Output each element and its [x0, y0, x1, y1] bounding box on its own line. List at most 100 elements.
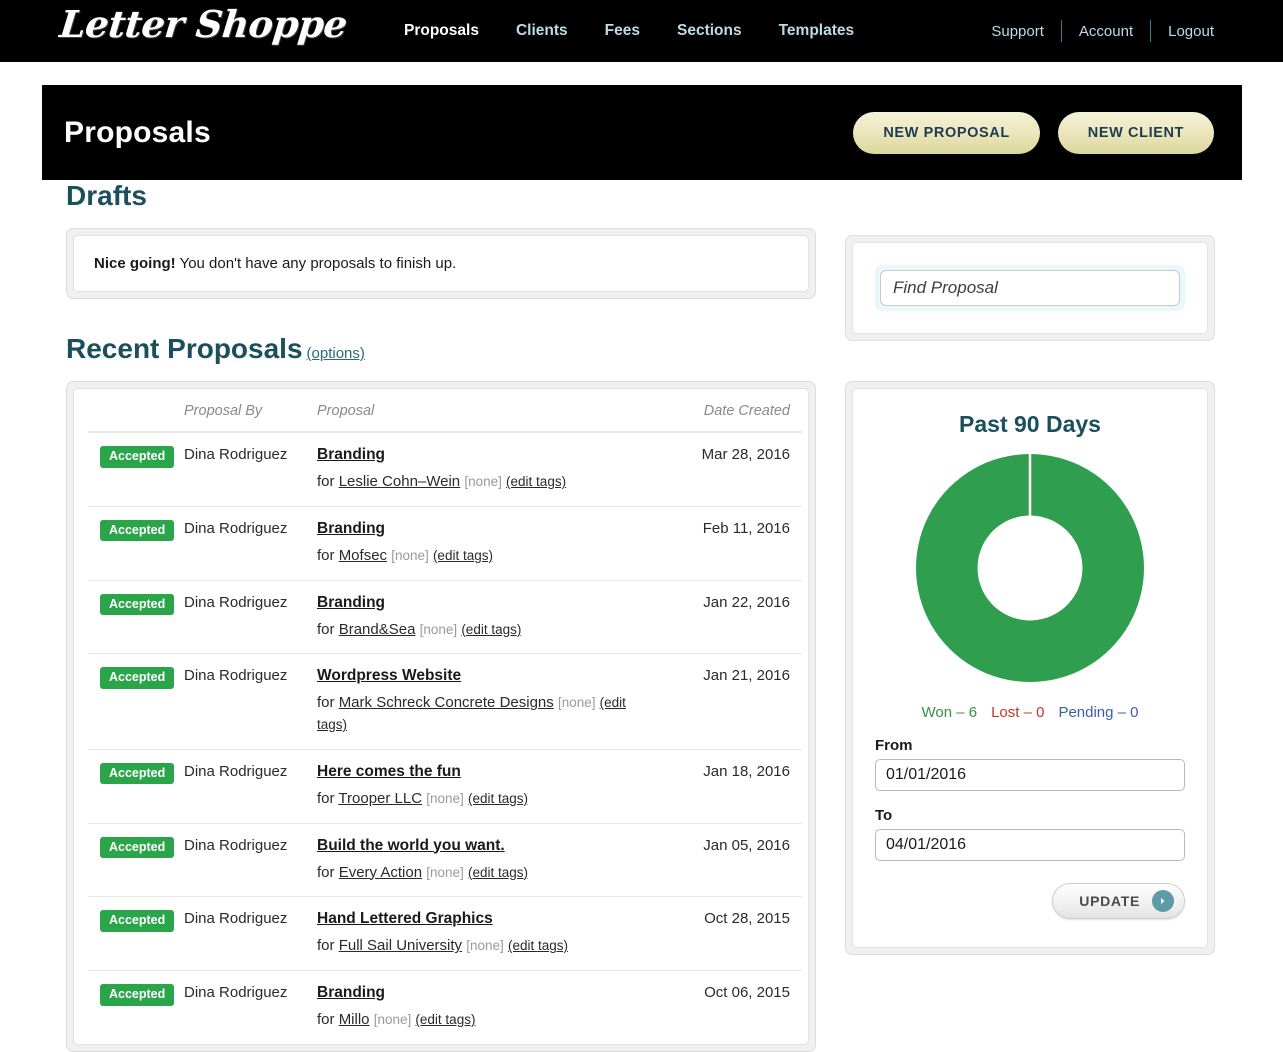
row-proposal-cell: Build the world you want. for Every Actio…	[317, 823, 672, 898]
recent-proposals-panel: Proposal By Proposal Date Created Accept…	[66, 381, 816, 1052]
new-client-button[interactable]: NEW CLIENT	[1057, 111, 1214, 154]
status-badge: Accepted	[100, 984, 175, 1006]
table-row: Accepted Dina Rodriguez Hand Lettered Grap…	[88, 896, 802, 971]
status-badge: Accepted	[100, 910, 175, 932]
proposal-title-link[interactable]: Branding	[317, 446, 385, 463]
proposal-author: Dina Rodriguez	[184, 910, 288, 928]
proposal-title-link[interactable]: Branding	[317, 520, 385, 537]
nav-item-clients[interactable]: Clients	[516, 22, 568, 40]
proposal-client-line: for Brand&Sea [none] (edit tags)	[317, 619, 658, 641]
to-date-input[interactable]	[875, 829, 1185, 861]
nav-item-support[interactable]: Support	[974, 23, 1061, 40]
proposals-table: Proposal By Proposal Date Created Accept…	[88, 389, 802, 1044]
table-row: Accepted Dina Rodriguez Branding for Mofsec…	[88, 506, 802, 581]
status-badge: Accepted	[100, 836, 175, 858]
nav-item-templates[interactable]: Templates	[779, 22, 855, 40]
from-date-input[interactable]	[875, 759, 1185, 791]
to-label: To	[875, 807, 893, 824]
edit-tags-link[interactable]: (edit tags)	[433, 548, 493, 563]
col-proposal-by: Proposal By	[184, 389, 317, 433]
for-prefix: for	[317, 937, 335, 955]
edit-tags-link[interactable]: (edit tags)	[468, 865, 528, 880]
nav-item-sections[interactable]: Sections	[677, 22, 742, 40]
nav-item-fees[interactable]: Fees	[605, 22, 640, 40]
main-column: Drafts Nice going! You don't have any pr…	[66, 180, 816, 1052]
for-prefix: for	[317, 789, 335, 807]
proposal-client-line: for Every Action [none] (edit tags)	[317, 862, 658, 884]
row-date-cell: Feb 11, 2016	[672, 506, 802, 581]
legend-lost: Lost – 0	[991, 704, 1045, 721]
stats-panel-inner: Past 90 Days Won – 6 Lost – 0 Pending – 0 …	[852, 388, 1208, 948]
edit-tags-link[interactable]: (edit tags)	[461, 622, 521, 637]
tags-value: [none]	[419, 621, 458, 637]
date-created: Oct 28, 2015	[704, 910, 790, 928]
proposal-title-link[interactable]: Hand Lettered Graphics	[317, 910, 493, 927]
client-link[interactable]: Leslie Cohn–Wein	[339, 473, 460, 490]
client-link[interactable]: Millo	[339, 1011, 370, 1028]
table-row: Accepted Dina Rodriguez Branding for Brand&…	[88, 580, 802, 655]
update-button-label: UPDATE	[1079, 893, 1140, 909]
row-date-cell: Oct 06, 2015	[672, 971, 802, 1044]
top-navigation-bar: Letter Shoppe Proposals Clients Fees Sec…	[0, 0, 1283, 62]
client-link[interactable]: Trooper LLC	[338, 790, 422, 807]
proposal-author: Dina Rodriguez	[184, 593, 288, 611]
arrow-right-icon	[1152, 890, 1174, 912]
update-button[interactable]: UPDATE	[1052, 883, 1185, 919]
edit-tags-link[interactable]: (edit tags)	[508, 938, 568, 953]
client-link[interactable]: Mofsec	[339, 547, 387, 564]
table-header-row: Proposal By Proposal Date Created	[88, 389, 802, 433]
client-link[interactable]: Mark Schreck Concrete Designs	[339, 694, 554, 711]
row-author-cell: Dina Rodriguez	[184, 896, 317, 971]
stats-panel: Past 90 Days Won – 6 Lost – 0 Pending – 0 …	[845, 381, 1215, 955]
proposal-title-link[interactable]: Here comes the fun	[317, 763, 461, 780]
row-proposal-cell: Branding for Millo [none] (edit tags)	[317, 971, 672, 1044]
search-wrap	[853, 243, 1207, 333]
for-prefix: for	[317, 694, 335, 712]
date-created: Mar 28, 2016	[701, 446, 790, 463]
drafts-heading: Drafts	[66, 180, 816, 212]
proposal-client-line: for Full Sail University [none] (edit ta…	[317, 935, 658, 957]
from-label: From	[875, 737, 913, 754]
new-proposal-button[interactable]: NEW PROPOSAL	[853, 111, 1040, 154]
client-link[interactable]: Every Action	[339, 864, 422, 881]
recent-options-link[interactable]: (options)	[307, 345, 365, 362]
drafts-panel: Nice going! You don't have any proposals…	[66, 228, 816, 299]
drafts-heading-text: Drafts	[66, 180, 147, 211]
nav-item-account[interactable]: Account	[1062, 23, 1150, 40]
row-author-cell: Dina Rodriguez	[184, 971, 317, 1044]
proposal-author: Dina Rodriguez	[184, 446, 288, 463]
edit-tags-link[interactable]: (edit tags)	[468, 791, 528, 806]
proposal-title-link[interactable]: Branding	[317, 594, 385, 611]
brand-logo[interactable]: Letter Shoppe	[58, 2, 349, 46]
proposal-author: Dina Rodriguez	[184, 519, 288, 537]
legend-pending: Pending – 0	[1058, 704, 1139, 721]
edit-tags-link[interactable]: (edit tags)	[506, 474, 566, 489]
proposal-title-link[interactable]: Wordpress Website	[317, 667, 461, 684]
proposal-title-link[interactable]: Build the world you want.	[317, 837, 505, 854]
row-status-cell: Accepted	[88, 749, 184, 824]
row-author-cell: Dina Rodriguez	[184, 749, 317, 824]
col-date-created: Date Created	[672, 389, 802, 433]
row-status-cell: Accepted	[88, 432, 184, 507]
row-proposal-cell: Branding for Leslie Cohn–Wein [none] (edi…	[317, 432, 672, 507]
legend-won: Won – 6	[921, 704, 978, 721]
for-prefix: for	[317, 546, 335, 564]
row-status-cell: Accepted	[88, 653, 184, 750]
client-link[interactable]: Full Sail University	[339, 937, 462, 954]
date-created: Jan 21, 2016	[703, 667, 790, 685]
drafts-notice-rest: You don't have any proposals to finish u…	[175, 255, 457, 272]
status-badge: Accepted	[100, 446, 175, 468]
recent-proposals-heading: Recent Proposals (options)	[66, 333, 816, 365]
tags-value: [none]	[466, 938, 504, 954]
nav-item-logout[interactable]: Logout	[1151, 23, 1231, 40]
nav-item-proposals[interactable]: Proposals	[404, 22, 479, 40]
row-date-cell: Jan 18, 2016	[672, 749, 802, 824]
table-row: Accepted Dina Rodriguez Branding for Leslie…	[88, 432, 802, 507]
search-input[interactable]	[880, 270, 1180, 306]
date-created: Jan 22, 2016	[703, 593, 790, 611]
edit-tags-link[interactable]: (edit tags)	[415, 1012, 475, 1027]
page-header-actions: NEW PROPOSAL NEW CLIENT	[853, 111, 1214, 154]
client-link[interactable]: Brand&Sea	[339, 621, 416, 638]
stats-body: Past 90 Days Won – 6 Lost – 0 Pending – 0 …	[853, 389, 1207, 947]
row-author-cell: Dina Rodriguez	[184, 580, 317, 655]
